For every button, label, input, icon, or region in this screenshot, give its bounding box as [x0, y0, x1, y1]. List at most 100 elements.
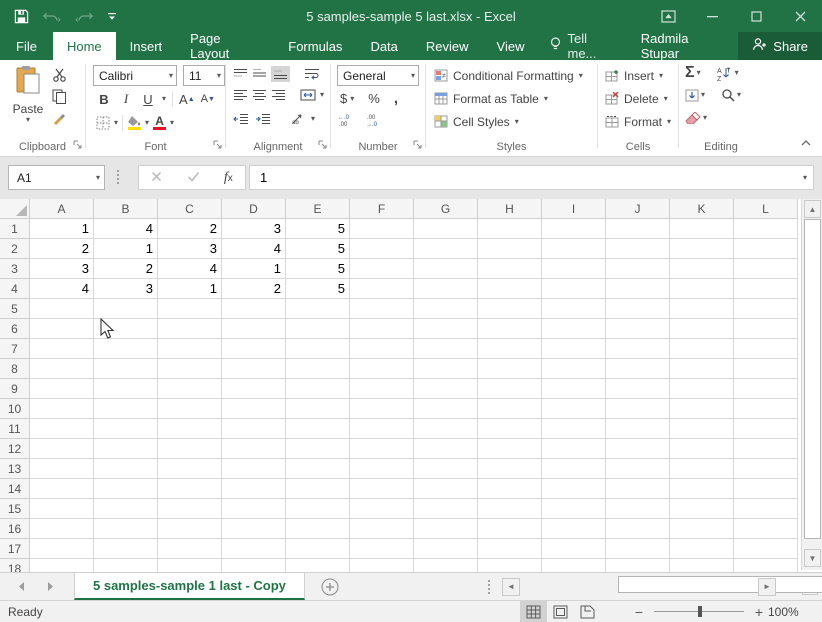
insert-cells-button[interactable]: Insert ▾	[605, 65, 663, 86]
cell-F5[interactable]	[350, 299, 414, 319]
cell-D4[interactable]: 2	[222, 279, 286, 299]
cell-A17[interactable]	[30, 539, 94, 559]
clipboard-dialog-launcher-icon[interactable]	[73, 138, 82, 152]
cell-K8[interactable]	[670, 359, 734, 379]
cell-I4[interactable]	[542, 279, 606, 299]
column-header-J[interactable]: J	[606, 199, 670, 219]
cell-J4[interactable]	[606, 279, 670, 299]
cell-K17[interactable]	[670, 539, 734, 559]
row-header-4[interactable]: 4	[0, 279, 30, 299]
cell-H3[interactable]	[478, 259, 542, 279]
scroll-right-icon[interactable]: ►	[758, 577, 776, 596]
column-header-D[interactable]: D	[222, 199, 286, 219]
cell-K1[interactable]	[670, 219, 734, 239]
fill-down-icon[interactable]	[685, 89, 699, 102]
orientation-icon[interactable]: ab	[291, 112, 305, 125]
cell-A11[interactable]	[30, 419, 94, 439]
row-header-11[interactable]: 11	[0, 419, 30, 439]
cell-styles-button[interactable]: Cell Styles ▾	[434, 111, 519, 132]
cell-J10[interactable]	[606, 399, 670, 419]
merge-center-dropdown-arrow[interactable]: ▾	[320, 91, 324, 99]
paste-button[interactable]: Paste ▾	[8, 65, 48, 137]
cell-H7[interactable]	[478, 339, 542, 359]
cell-B14[interactable]	[94, 479, 158, 499]
cell-J3[interactable]	[606, 259, 670, 279]
cell-I7[interactable]	[542, 339, 606, 359]
cell-A14[interactable]	[30, 479, 94, 499]
cell-K4[interactable]	[670, 279, 734, 299]
cell-G6[interactable]	[414, 319, 478, 339]
cell-D1[interactable]: 3	[222, 219, 286, 239]
cell-F17[interactable]	[350, 539, 414, 559]
cell-K18[interactable]	[670, 559, 734, 572]
cell-E13[interactable]	[286, 459, 350, 479]
zoom-slider-thumb[interactable]	[698, 606, 702, 617]
cell-C3[interactable]: 4	[158, 259, 222, 279]
cell-E17[interactable]	[286, 539, 350, 559]
row-header-7[interactable]: 7	[0, 339, 30, 359]
italic-button[interactable]: I	[118, 91, 134, 107]
cell-G7[interactable]	[414, 339, 478, 359]
cell-J11[interactable]	[606, 419, 670, 439]
cell-L4[interactable]	[734, 279, 798, 299]
cell-B8[interactable]	[94, 359, 158, 379]
cell-J2[interactable]	[606, 239, 670, 259]
cell-D18[interactable]	[222, 559, 286, 572]
cell-L2[interactable]	[734, 239, 798, 259]
page-break-preview-icon[interactable]	[574, 601, 601, 622]
font-size-combo[interactable]: 11 ▾	[183, 65, 225, 86]
cancel-icon[interactable]	[151, 169, 162, 187]
cell-K7[interactable]	[670, 339, 734, 359]
column-header-F[interactable]: F	[350, 199, 414, 219]
cell-C7[interactable]	[158, 339, 222, 359]
cell-I10[interactable]	[542, 399, 606, 419]
cell-F12[interactable]	[350, 439, 414, 459]
orientation-dropdown-arrow[interactable]: ▾	[311, 114, 315, 123]
top-align-icon[interactable]	[233, 68, 248, 80]
cell-E16[interactable]	[286, 519, 350, 539]
sheet-prev-icon[interactable]	[18, 578, 25, 596]
cell-C10[interactable]	[158, 399, 222, 419]
cell-B7[interactable]	[94, 339, 158, 359]
cell-L3[interactable]	[734, 259, 798, 279]
wrap-text-icon[interactable]	[304, 68, 320, 80]
cell-G17[interactable]	[414, 539, 478, 559]
cell-K10[interactable]	[670, 399, 734, 419]
cell-B6[interactable]	[94, 319, 158, 339]
fill-color-dropdown-arrow[interactable]: ▾	[145, 119, 149, 127]
cell-H10[interactable]	[478, 399, 542, 419]
cell-H11[interactable]	[478, 419, 542, 439]
share-button[interactable]: Share	[738, 32, 822, 60]
cell-E11[interactable]	[286, 419, 350, 439]
cell-C15[interactable]	[158, 499, 222, 519]
cell-F11[interactable]	[350, 419, 414, 439]
cell-L17[interactable]	[734, 539, 798, 559]
cell-A10[interactable]	[30, 399, 94, 419]
bottom-align-icon[interactable]	[271, 66, 290, 82]
cell-E15[interactable]	[286, 499, 350, 519]
cell-D12[interactable]	[222, 439, 286, 459]
cell-A1[interactable]: 1	[30, 219, 94, 239]
tab-file[interactable]: File	[0, 32, 53, 60]
cell-F13[interactable]	[350, 459, 414, 479]
cell-C12[interactable]	[158, 439, 222, 459]
formula-bar[interactable]: 1 ▾	[249, 165, 814, 190]
zoom-out-icon[interactable]: −	[630, 604, 648, 620]
cell-A9[interactable]	[30, 379, 94, 399]
expand-formula-bar-arrow[interactable]: ▾	[803, 173, 807, 182]
clear-icon[interactable]	[685, 112, 701, 124]
middle-align-icon[interactable]	[252, 68, 267, 80]
cell-I15[interactable]	[542, 499, 606, 519]
increase-decimal-icon[interactable]: ←.0.00	[338, 113, 358, 127]
borders-dropdown-arrow[interactable]: ▾	[114, 119, 118, 127]
cell-L18[interactable]	[734, 559, 798, 572]
cell-B12[interactable]	[94, 439, 158, 459]
cell-C17[interactable]	[158, 539, 222, 559]
fill-dropdown-arrow[interactable]: ▾	[701, 91, 705, 99]
cell-A12[interactable]	[30, 439, 94, 459]
cell-I6[interactable]	[542, 319, 606, 339]
cell-H5[interactable]	[478, 299, 542, 319]
cell-L12[interactable]	[734, 439, 798, 459]
accounting-dropdown-arrow[interactable]: ▾	[350, 94, 354, 103]
cell-D5[interactable]	[222, 299, 286, 319]
